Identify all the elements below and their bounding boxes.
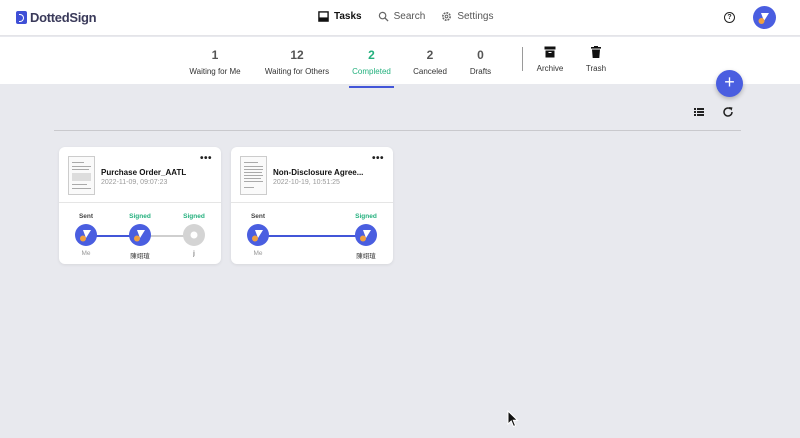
tab-trash[interactable]: Trash — [584, 46, 608, 73]
user-avatar[interactable] — [753, 6, 776, 29]
step-status: Signed — [183, 213, 205, 220]
tab-label: Waiting for Me — [189, 67, 241, 76]
archive-box-icon — [544, 46, 556, 58]
tab-drafts[interactable]: 0 Drafts — [469, 48, 492, 76]
card-title[interactable]: Purchase Order_AATL — [101, 168, 186, 177]
refresh-icon[interactable] — [722, 106, 734, 118]
tab-label: Canceled — [413, 67, 447, 76]
signer-avatar — [355, 224, 377, 246]
step-name: 陳翊瑄 — [356, 253, 376, 260]
nav-search-label: Search — [393, 11, 426, 22]
more-options-icon[interactable]: ••• — [200, 154, 212, 164]
tab-count: 1 — [211, 48, 219, 62]
nav-tasks[interactable]: Tasks — [318, 11, 362, 22]
signer-step: Signed j — [174, 213, 214, 257]
main-nav: Tasks Search Settings — [318, 11, 493, 22]
signer-step: Signed 陳翊瑄 — [120, 213, 160, 260]
nav-settings-label: Settings — [457, 11, 494, 22]
step-status: Signed — [129, 213, 151, 220]
tab-waiting-for-me[interactable]: 1 Waiting for Me — [189, 48, 241, 76]
signer-step: Signed 陳翊瑄 — [346, 213, 386, 260]
tab-label: Completed — [352, 67, 391, 76]
avatar-logo-icon — [252, 230, 263, 242]
tab-canceled[interactable]: 2 Canceled — [413, 48, 447, 76]
tab-label: Waiting for Others — [264, 67, 330, 76]
app-logo[interactable]: DottedSign — [16, 10, 97, 25]
tab-count: 2 — [426, 48, 434, 62]
mouse-cursor-icon — [507, 410, 519, 428]
inbox-icon — [318, 11, 329, 22]
signer-avatar — [75, 224, 97, 246]
avatar-logo-icon — [758, 13, 769, 24]
tab-label: Drafts — [469, 67, 492, 76]
card-date: 2022-10-19, 10:51:25 — [273, 179, 340, 186]
signer-avatar — [247, 224, 269, 246]
content-divider — [54, 130, 741, 131]
create-task-button[interactable]: + — [716, 70, 743, 97]
logo-icon — [16, 11, 27, 24]
status-tabs: 1 Waiting for Me 12 Waiting for Others 2… — [0, 37, 800, 88]
signer-step: Sent Me — [66, 213, 106, 257]
nav-tasks-label: Tasks — [334, 11, 362, 22]
step-name: Me — [253, 250, 263, 257]
tab-archive[interactable]: Archive — [535, 46, 565, 73]
document-thumbnail — [240, 156, 267, 195]
card-title[interactable]: Non-Disclosure Agree... — [273, 168, 363, 177]
signer-avatar — [129, 224, 151, 246]
step-name: 陳翊瑄 — [130, 253, 150, 260]
logo-text: DottedSign — [30, 10, 97, 25]
question-icon[interactable]: ? — [724, 12, 735, 23]
tab-label: Trash — [585, 64, 607, 73]
nav-settings[interactable]: Settings — [441, 11, 493, 22]
list-view-icon[interactable] — [694, 108, 704, 116]
task-card[interactable]: Purchase Order_AATL 2022-11-09, 09:07:23… — [59, 147, 221, 264]
tabs-divider — [522, 47, 523, 71]
card-divider — [231, 202, 393, 203]
tab-count: 12 — [290, 48, 304, 62]
step-status: Signed — [355, 213, 377, 220]
signer-avatar — [183, 224, 205, 246]
step-name: j — [193, 250, 195, 257]
document-thumbnail — [68, 156, 95, 195]
avatar-logo-icon — [360, 230, 371, 242]
tab-count: 2 — [368, 48, 375, 62]
top-bar: DottedSign Tasks Search Settings ? — [0, 0, 800, 36]
tab-label: Archive — [536, 64, 564, 73]
step-status: Sent — [78, 213, 94, 220]
trash-icon — [591, 46, 601, 58]
more-options-icon[interactable]: ••• — [372, 154, 384, 164]
gear-icon — [442, 12, 452, 21]
step-name: Me — [81, 250, 91, 257]
signer-step: Sent Me — [238, 213, 278, 257]
avatar-logo-icon — [80, 230, 91, 242]
avatar-logo-icon — [134, 230, 145, 242]
task-card[interactable]: Non-Disclosure Agree... 2022-10-19, 10:5… — [231, 147, 393, 264]
nav-search[interactable]: Search — [378, 11, 426, 22]
step-status: Sent — [250, 213, 266, 220]
tab-completed[interactable]: 2 Completed — [349, 48, 394, 88]
pending-dot-icon — [190, 231, 198, 239]
card-divider — [59, 202, 221, 203]
search-icon — [378, 11, 389, 22]
tab-count: 0 — [477, 48, 484, 62]
tab-waiting-for-others[interactable]: 12 Waiting for Others — [264, 48, 330, 76]
card-date: 2022-11-09, 09:07:23 — [101, 179, 168, 186]
